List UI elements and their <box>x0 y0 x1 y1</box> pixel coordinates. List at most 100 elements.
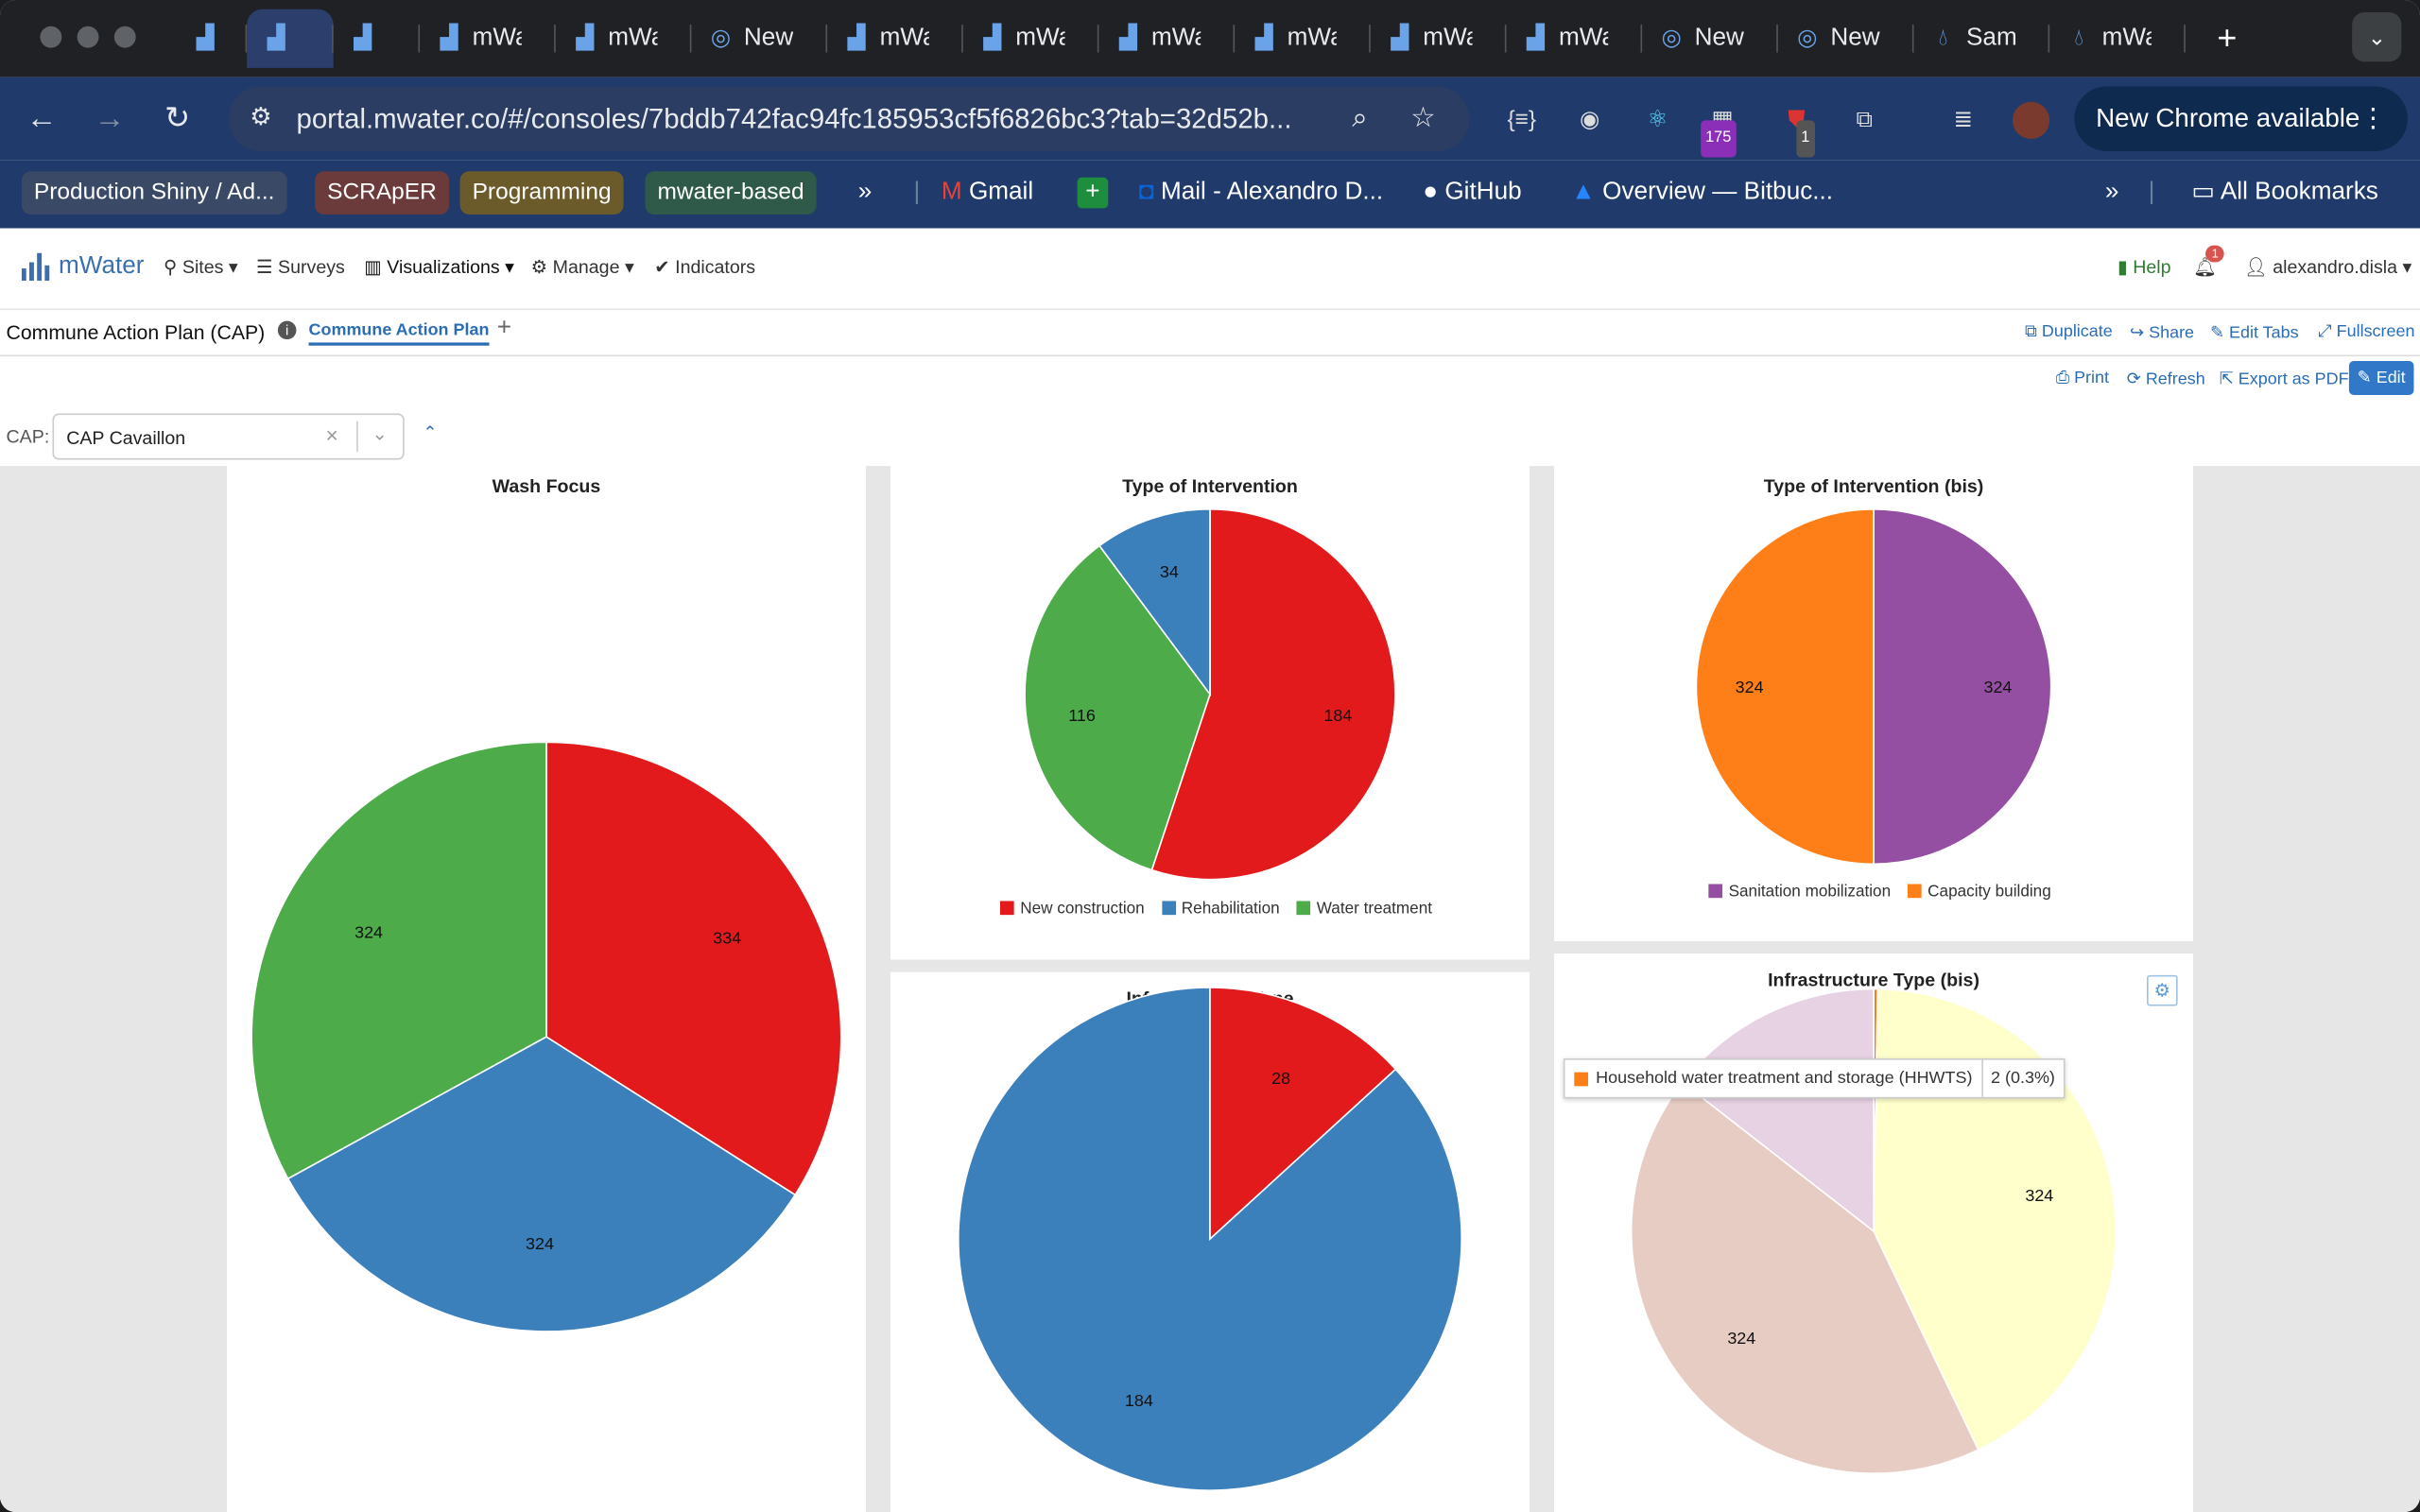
clear-icon[interactable]: × <box>325 422 337 447</box>
slice-value-label: 334 <box>713 929 741 948</box>
share-button[interactable]: ↪ Share <box>2130 322 2194 343</box>
back-button[interactable]: ← <box>22 98 61 138</box>
browser-tab[interactable]: ▟ mWa <box>963 9 1099 68</box>
extension-ublock-icon[interactable]: ⛊ 1 <box>1778 102 1815 158</box>
bookmarks-overflow-icon[interactable]: » <box>2105 171 2119 215</box>
tab-title: mWa <box>1287 25 1337 51</box>
chart-icon: ▥ <box>364 256 382 278</box>
extension-json-icon[interactable]: {≡} <box>1503 102 1540 139</box>
google-sheets-icon[interactable]: + <box>1077 177 1109 209</box>
more-vert-icon[interactable]: ⋮ <box>2360 86 2386 151</box>
browser-tab[interactable]: ▟ mWa <box>420 9 556 68</box>
pie-slice[interactable] <box>1873 507 2052 866</box>
cap-select[interactable]: CAP Cavaillon × ⌄ <box>52 413 405 460</box>
legend-swatch <box>1296 901 1311 916</box>
app-navbar: mWater ⚲ Sites ▾ ☰ Surveys ▥ Visualizati… <box>0 228 2420 311</box>
browser-tab[interactable]: ▟ <box>334 9 421 68</box>
browser-tab[interactable]: ◎ New <box>691 9 828 68</box>
slice-value-label: 324 <box>1727 1329 1755 1348</box>
caret-down-icon: ▾ <box>624 256 634 278</box>
browser-tab[interactable]: ◎ New <box>1778 9 1914 68</box>
caret-down-icon: ▾ <box>2402 256 2412 278</box>
new-tab-button[interactable]: + <box>2207 19 2247 59</box>
browser-tab[interactable]: ▟ <box>176 9 248 68</box>
bookmarks-overflow-icon[interactable]: » <box>858 171 873 215</box>
nav-surveys[interactable]: ☰ Surveys <box>256 256 345 278</box>
print-button[interactable]: ⎙ Print <box>2056 369 2109 388</box>
fullscreen-button[interactable]: ⤢ Fullscreen <box>2318 322 2414 342</box>
export-pdf-button[interactable]: ⇱ Export as PDF <box>2220 369 2349 389</box>
widget-infrastructure-type-bis: Infrastructure Type (bis) ⚙ 324324110 <box>1554 953 2193 1512</box>
slice-value-label: 324 <box>2025 1186 2053 1205</box>
bookmark-gmail[interactable]: M Gmail <box>942 171 1033 215</box>
bookmark-mail[interactable]: ◘ Mail - Alexandro D... <box>1139 171 1383 215</box>
url-text[interactable]: portal.mwater.co/#/consoles/7bddb742fac9… <box>296 103 1345 135</box>
window-zoom-button[interactable] <box>113 26 136 48</box>
browser-tab[interactable]: ▟ mWa <box>1506 9 1643 68</box>
screen: ▟ ▟ ▟ ▟ mWa ▟ mWa ◎ New ▟ mWa ▟ mWa ▟ mWa ▟ mWa ▟ mWa ▟ mWa ◎… <box>0 0 2420 1512</box>
duplicate-button[interactable]: ⧉ Duplicate <box>2025 322 2113 342</box>
profile-avatar[interactable] <box>2012 101 2050 139</box>
add-tab-button[interactable]: + <box>497 315 511 342</box>
nav-sites[interactable]: ⚲ Sites ▾ <box>164 256 238 278</box>
address-bar[interactable]: ⚙ portal.mwater.co/#/consoles/7bddb742fa… <box>228 86 1470 151</box>
nav-manage[interactable]: ⚙ Manage ▾ <box>531 256 634 278</box>
help-link[interactable]: ▮ Help <box>2118 256 2171 278</box>
action-label: Edit Tabs <box>2229 323 2299 343</box>
nav-visualizations[interactable]: ▥ Visualizations ▾ <box>364 256 514 278</box>
info-icon[interactable]: i <box>277 320 297 340</box>
slice-value-label: 324 <box>526 1234 554 1253</box>
bookmark-mwater-based[interactable]: mwater-based <box>645 171 817 215</box>
site-info-icon[interactable]: ⚙ <box>244 102 278 136</box>
zoom-icon[interactable]: ⌕ <box>1352 102 1367 134</box>
new-chrome-available-button[interactable]: New Chrome available ⋮ <box>2074 86 2408 151</box>
reload-button[interactable]: ↻ <box>158 98 198 138</box>
refresh-button[interactable]: ⟳ Refresh <box>2127 369 2205 389</box>
bookmark-overview[interactable]: ▲ Overview — Bitbuc... <box>1571 171 1833 215</box>
collapse-filters-icon[interactable]: ⌃ <box>423 422 437 443</box>
widget-type-of-intervention: Type of Intervention 184 116 34 New constr… <box>890 466 1530 960</box>
user-menu[interactable]: 👤︎ alexandro.disla ▾ <box>2244 256 2411 278</box>
cap-select-value: CAP Cavaillon <box>66 427 186 450</box>
browser-tab[interactable]: ◎ New <box>1642 9 1778 68</box>
bookmark-scraper[interactable]: SCRApER <box>315 171 449 215</box>
browser-tab[interactable]: ▟ mWa <box>1235 9 1371 68</box>
extension-spy-icon[interactable]: ◉ <box>1571 102 1608 139</box>
extensions-puzzle-icon[interactable]: ⧉ <box>1846 102 1883 139</box>
dashboard-actions-bar: ⎙ Print ⟳ Refresh ⇱ Export as PDF ✎ Edit <box>0 355 2420 404</box>
chevron-down-icon[interactable]: ⌄ <box>372 422 387 444</box>
copy-icon: ⧉ <box>2025 322 2037 341</box>
browser-tab[interactable]: 💧︎ Sam <box>1913 9 2050 68</box>
bookmark-star-icon[interactable]: ☆ <box>1410 102 1435 134</box>
pie-slice[interactable] <box>1695 507 1875 866</box>
forward-button[interactable]: → <box>90 98 130 138</box>
window-minimize-button[interactable] <box>77 26 99 48</box>
tab-commune-action-plan[interactable]: Commune Action Plan <box>308 321 490 346</box>
tab-search-button[interactable]: ⌄ <box>2352 12 2402 62</box>
browser-tab[interactable]: ▟ mWa <box>1098 9 1236 68</box>
legend-item: Capacity building <box>1927 882 2051 902</box>
edit-tabs-button[interactable]: ✎ Edit Tabs <box>2210 322 2299 343</box>
tab-title: New <box>1694 25 1744 51</box>
notifications-button[interactable]: 🔔︎ 1 <box>2193 245 2225 278</box>
browser-tab[interactable]: 💧︎ mWa <box>2049 9 2186 68</box>
tooltip-swatch <box>1574 1071 1588 1086</box>
bookmark-production-shiny[interactable]: Production Shiny / Ad... <box>21 171 287 215</box>
browser-tab[interactable]: ▟ mWa <box>556 9 692 68</box>
all-bookmarks-button[interactable]: ▭ All Bookmarks <box>2191 171 2377 215</box>
browser-tab[interactable]: ▟ mWa <box>827 9 963 68</box>
brand-name[interactable]: mWater <box>59 253 144 281</box>
reading-list-icon[interactable]: ≣ <box>1945 102 1981 139</box>
edit-button[interactable]: ✎ Edit <box>2348 361 2414 395</box>
pencil-icon: ✎ <box>2357 369 2372 387</box>
browser-tab[interactable]: ▟ mWa <box>1371 9 1507 68</box>
nav-indicators[interactable]: ✔ Indicators <box>654 256 755 278</box>
mwater-logo-icon[interactable] <box>21 249 56 282</box>
browser-tab[interactable]: ▟ <box>247 9 334 68</box>
slice-value-label: 324 <box>1736 678 1764 696</box>
bookmark-programming[interactable]: Programming <box>459 171 624 215</box>
bookmark-github[interactable]: ● GitHub <box>1423 171 1521 215</box>
extension-react-icon[interactable]: ⚛ <box>1639 102 1676 139</box>
extension-calendar-icon[interactable]: ▦ 175 <box>1701 102 1740 158</box>
window-close-button[interactable] <box>40 26 62 48</box>
